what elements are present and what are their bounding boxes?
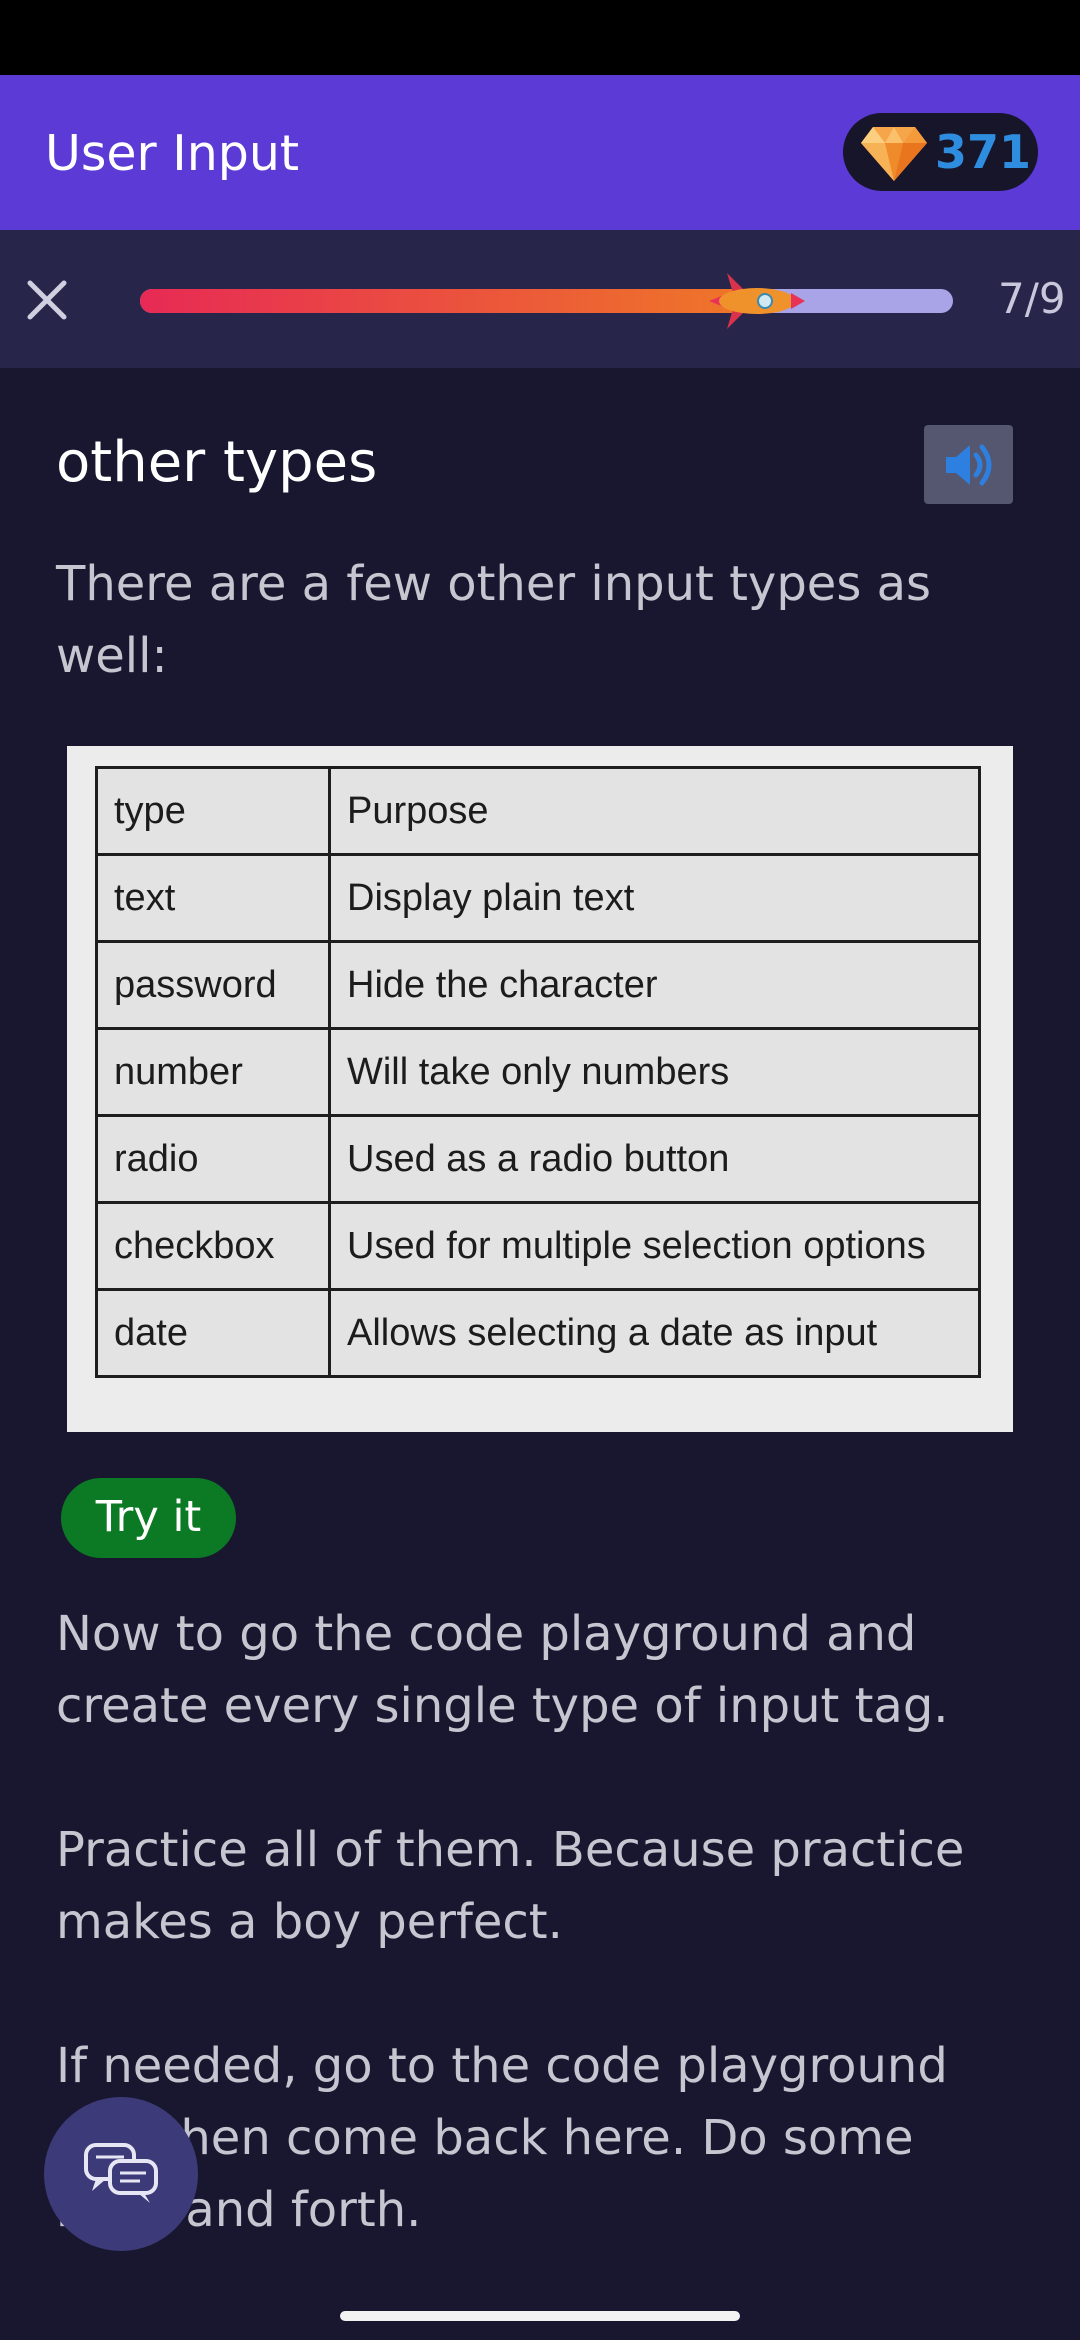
- input-types-table-image: type Purpose text Display plain text pas…: [67, 746, 1013, 1432]
- app-title: User Input: [45, 125, 300, 182]
- progress-fill: [140, 289, 775, 313]
- close-icon[interactable]: [22, 275, 72, 325]
- paragraph-back-and-forth: If needed, go to the code playground and…: [56, 2038, 948, 2238]
- table-cell-purpose: Allows selecting a date as input: [328, 1288, 981, 1378]
- table-header-row: type Purpose: [95, 766, 981, 856]
- table-row: radio Used as a radio button: [95, 1114, 981, 1204]
- table-row: date Allows selecting a date as input: [95, 1288, 981, 1378]
- chat-button[interactable]: [44, 2097, 198, 2251]
- progress-track: [140, 273, 953, 329]
- table-cell-purpose: Used as a radio button: [328, 1114, 981, 1204]
- table-header-cell: Purpose: [328, 766, 981, 856]
- table-cell-type: text: [95, 853, 331, 943]
- table-row: number Will take only numbers: [95, 1027, 981, 1117]
- table-cell-purpose: Hide the character: [328, 940, 981, 1030]
- status-bar: [0, 0, 1080, 75]
- table-row: text Display plain text: [95, 853, 981, 943]
- step-counter: 7/9: [998, 274, 1066, 323]
- chat-icon: [84, 2143, 158, 2203]
- gesture-nav-bar[interactable]: [340, 2311, 740, 2321]
- table-row: password Hide the character: [95, 940, 981, 1030]
- table-row: checkbox Used for multiple selection opt…: [95, 1201, 981, 1291]
- table-cell-type: number: [95, 1027, 331, 1117]
- rocket-icon: [709, 273, 806, 329]
- table-cell-purpose: Display plain text: [328, 853, 981, 943]
- app-bar: User Input 371: [0, 75, 1080, 230]
- gem-count: 371: [935, 125, 1032, 179]
- input-types-table: type Purpose text Display plain text pas…: [95, 766, 981, 1378]
- table-header-cell: type: [95, 766, 331, 856]
- speaker-icon: [946, 444, 992, 486]
- try-it-button[interactable]: Try it: [61, 1478, 236, 1558]
- table-cell-type: password: [95, 940, 331, 1030]
- lesson-heading: other types: [56, 430, 378, 495]
- table-cell-type: checkbox: [95, 1201, 331, 1291]
- lesson-progress-bar: 7/9: [0, 230, 1080, 368]
- gem-icon: [861, 127, 927, 181]
- table-cell-type: date: [95, 1288, 331, 1378]
- table-cell-type: radio: [95, 1114, 331, 1204]
- table-cell-purpose: Used for multiple selection options: [328, 1201, 981, 1291]
- table-cell-purpose: Will take only numbers: [328, 1027, 981, 1117]
- audio-button[interactable]: [924, 425, 1013, 504]
- gem-counter[interactable]: 371: [843, 113, 1038, 191]
- intro-text: There are a few other input types as wel…: [56, 556, 932, 684]
- paragraph-practice: Practice all of them. Because practice m…: [56, 1822, 965, 1950]
- paragraph-playground: Now to go the code playground and create…: [56, 1606, 949, 1734]
